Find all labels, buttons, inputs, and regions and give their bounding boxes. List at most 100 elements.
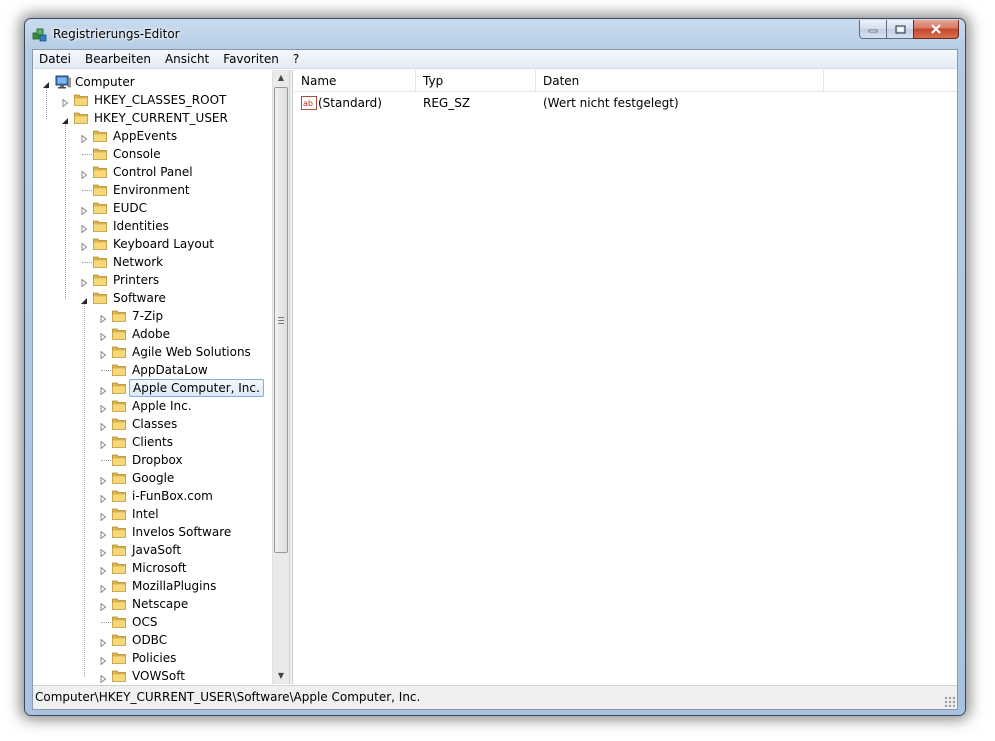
collapsed-triangle-icon[interactable] (99, 546, 107, 558)
tree-node[interactable]: Adobe (33, 325, 271, 343)
tree-node[interactable]: Identities (33, 217, 271, 235)
tree-node-label: Classes (132, 417, 178, 431)
collapsed-triangle-icon[interactable] (99, 654, 107, 666)
tree-node[interactable]: Software (33, 289, 271, 307)
scrollbar-thumb[interactable] (274, 87, 288, 553)
folder-icon (93, 237, 107, 250)
tree-node-label: AppDataLow (132, 363, 208, 377)
collapsed-triangle-icon[interactable] (99, 384, 107, 396)
tree-node[interactable]: i-FunBox.com (33, 487, 271, 505)
tree-node[interactable]: VOWSoft (33, 667, 271, 684)
collapsed-triangle-icon[interactable] (99, 348, 107, 360)
tree-node[interactable]: Clients (33, 433, 271, 451)
tree-node[interactable]: ODBC (33, 631, 271, 649)
scroll-up-icon[interactable]: ▲ (273, 70, 289, 86)
tree-node[interactable]: MozillaPlugins (33, 577, 271, 595)
tree-node[interactable]: 7-Zip (33, 307, 271, 325)
tree-node[interactable]: JavaSoft (33, 541, 271, 559)
collapsed-triangle-icon[interactable] (99, 438, 107, 450)
collapsed-triangle-icon[interactable] (99, 528, 107, 540)
menu-favoriten[interactable]: Favoriten (216, 50, 286, 69)
folder-icon (93, 291, 107, 304)
tree-node[interactable]: Netscape (33, 595, 271, 613)
folder-icon (112, 561, 126, 574)
expanded-triangle-icon[interactable] (42, 78, 50, 88)
tree-node[interactable]: Printers (33, 271, 271, 289)
tree-node[interactable]: HKEY_CURRENT_USER (33, 109, 271, 127)
folder-icon (112, 471, 126, 484)
tree-node[interactable]: Invelos Software (33, 523, 271, 541)
tree-node[interactable]: Computer (33, 73, 271, 91)
collapsed-triangle-icon[interactable] (80, 204, 88, 216)
collapsed-triangle-icon[interactable] (99, 564, 107, 576)
maximize-button[interactable] (886, 20, 913, 39)
collapsed-triangle-icon[interactable] (99, 330, 107, 342)
caption-buttons (859, 20, 959, 40)
tree-node[interactable]: HKEY_CLASSES_ROOT (33, 91, 271, 109)
tree-node[interactable]: Control Panel (33, 163, 271, 181)
menu-bearbeiten[interactable]: Bearbeiten (78, 50, 158, 69)
tree-node[interactable]: Intel (33, 505, 271, 523)
expanded-triangle-icon[interactable] (61, 114, 69, 124)
column-type[interactable]: Typ (416, 70, 536, 92)
key-tree[interactable]: Computer HKEY_CLASSES_ROOT HKEY_CURRENT_US… (33, 70, 289, 684)
expanded-triangle-icon[interactable] (80, 294, 88, 304)
collapsed-triangle-icon[interactable] (99, 312, 107, 324)
collapsed-triangle-icon[interactable] (99, 474, 107, 486)
collapsed-triangle-icon[interactable] (99, 600, 107, 612)
tree-node[interactable]: Classes (33, 415, 271, 433)
folder-icon (112, 543, 126, 556)
collapsed-triangle-icon[interactable] (99, 402, 107, 414)
tree-connector (101, 460, 111, 461)
tree-node[interactable]: EUDC (33, 199, 271, 217)
tree-node[interactable]: OCS (33, 613, 271, 631)
collapsed-triangle-icon[interactable] (99, 672, 107, 684)
tree-node[interactable]: AppEvents (33, 127, 271, 145)
collapsed-triangle-icon[interactable] (99, 582, 107, 594)
menu-help[interactable]: ? (286, 50, 306, 69)
value-list[interactable]: Name Typ Daten ab (Standard) REG_SZ (Wer… (294, 70, 957, 684)
collapsed-triangle-icon[interactable] (99, 420, 107, 432)
menu-datei[interactable]: Datei (33, 50, 78, 69)
collapsed-triangle-icon[interactable] (99, 492, 107, 504)
title-bar[interactable]: Registrierungs-Editor (25, 19, 965, 49)
tree-node-label: Dropbox (132, 453, 183, 467)
tree-node[interactable]: Environment (33, 181, 271, 199)
tree-node[interactable]: Network (33, 253, 271, 271)
tree-node[interactable]: AppDataLow (33, 361, 271, 379)
column-data[interactable]: Daten (536, 70, 824, 92)
collapsed-triangle-icon[interactable] (99, 636, 107, 648)
collapsed-triangle-icon[interactable] (80, 240, 88, 252)
string-value-icon: ab (301, 96, 317, 110)
collapsed-triangle-icon[interactable] (61, 96, 69, 108)
folder-icon (112, 345, 126, 358)
tree-node[interactable]: Apple Computer, Inc. (33, 379, 271, 397)
list-row[interactable]: ab (Standard) REG_SZ (Wert nicht festgel… (294, 94, 957, 112)
tree-node[interactable]: Agile Web Solutions (33, 343, 271, 361)
tree-node-label: MozillaPlugins (132, 579, 217, 593)
collapsed-triangle-icon[interactable] (80, 132, 88, 144)
pane-splitter[interactable] (289, 70, 293, 684)
tree-node[interactable]: Policies (33, 649, 271, 667)
menu-ansicht[interactable]: Ansicht (158, 50, 216, 69)
tree-node[interactable]: Keyboard Layout (33, 235, 271, 253)
column-name[interactable]: Name (294, 70, 416, 92)
folder-icon (93, 183, 107, 196)
resize-grip-icon[interactable] (944, 696, 955, 707)
folder-icon (112, 381, 126, 394)
folder-icon (93, 255, 107, 268)
tree-node[interactable]: Apple Inc. (33, 397, 271, 415)
collapsed-triangle-icon[interactable] (80, 168, 88, 180)
close-button[interactable] (913, 20, 959, 39)
collapsed-triangle-icon[interactable] (99, 510, 107, 522)
tree-scrollbar[interactable]: ▲ ▼ (272, 70, 289, 684)
collapsed-triangle-icon[interactable] (80, 222, 88, 234)
tree-node[interactable]: Google (33, 469, 271, 487)
tree-node[interactable]: Console (33, 145, 271, 163)
tree-node[interactable]: Microsoft (33, 559, 271, 577)
tree-node[interactable]: Dropbox (33, 451, 271, 469)
scroll-down-icon[interactable]: ▼ (273, 668, 289, 684)
tree-node-label: Software (113, 291, 166, 305)
collapsed-triangle-icon[interactable] (80, 276, 88, 288)
minimize-button[interactable] (859, 20, 886, 39)
